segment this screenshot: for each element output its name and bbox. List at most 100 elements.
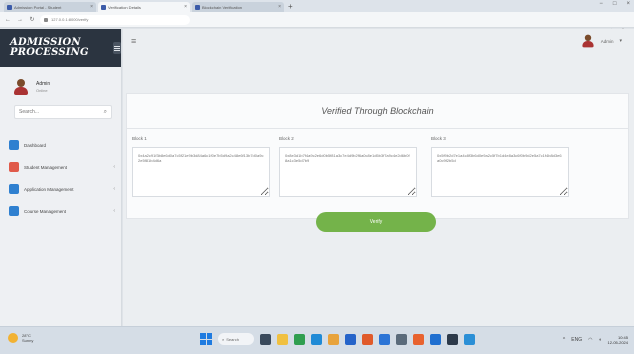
account-name: Admin: [600, 38, 614, 44]
tab-favicon-icon: [195, 4, 200, 10]
verify-button[interactable]: Verify: [316, 212, 436, 232]
clock-date: 12-05-2024: [607, 340, 628, 345]
sidebar-item-student-management[interactable]: Student Management ‹: [0, 161, 121, 173]
sidebar-item-label: Application Management: [24, 186, 74, 192]
taskbar-apps: ⌕ Search: [200, 333, 475, 345]
volume-icon[interactable]: ◖: [599, 337, 602, 343]
tab-title: Blockchain Verification: [202, 4, 243, 10]
chevron-left-icon: ‹: [113, 208, 115, 214]
new-tab-button[interactable]: +: [288, 2, 293, 12]
language-indicator[interactable]: ENG: [571, 337, 582, 343]
main-content: ≡ Admin ▾ Verified Through Blockchain Bl…: [123, 29, 634, 326]
reload-button[interactable]: ↻: [28, 16, 36, 23]
sidebar-search: ⌕: [14, 105, 112, 119]
tab-close-icon[interactable]: ×: [278, 4, 281, 10]
browser-tab-1[interactable]: Admission Portal - Student ×: [4, 2, 96, 12]
sidebar-menu: Dashboard Student Management ‹ Applicati…: [0, 139, 121, 217]
app-icon[interactable]: [464, 333, 475, 345]
browser-tab-bar: Admission Portal - Student × Verificatio…: [0, 0, 634, 12]
block-label: Block 3: [431, 136, 446, 141]
close-window-button[interactable]: ×: [626, 1, 630, 7]
course-icon: [9, 206, 19, 216]
avatar: [14, 79, 28, 95]
tab-favicon-icon: [7, 4, 12, 10]
url-field[interactable]: 127.0.0.1:8000/verify: [40, 14, 190, 25]
sidebar: ADMISSION PROCESSING Admin Online ⌕ Dash…: [0, 29, 122, 326]
chevron-left-icon: ‹: [113, 186, 115, 192]
windows-start-icon[interactable]: [200, 333, 212, 345]
search-icon[interactable]: ⌕: [104, 109, 107, 116]
chrome-icon[interactable]: [294, 333, 305, 345]
mail-icon[interactable]: [345, 333, 356, 345]
chevron-left-icon: ‹: [113, 164, 115, 170]
application-icon: [9, 184, 19, 194]
sidebar-toggle-icon[interactable]: [113, 42, 121, 54]
taskbar-search[interactable]: ⌕ Search: [218, 333, 254, 345]
verification-card: Verified Through Blockchain Block 1 0x4a…: [126, 93, 629, 219]
browser-tab-2[interactable]: Verification Details ×: [98, 2, 190, 12]
maximize-button[interactable]: □: [613, 1, 617, 7]
browser-tab-3[interactable]: Blockchain Verification ×: [192, 2, 284, 12]
dashboard-icon: [9, 140, 19, 150]
page-title: Verified Through Blockchain: [321, 106, 434, 116]
menu-icon[interactable]: ≡: [131, 36, 136, 46]
student-icon: [9, 162, 19, 172]
user-name: Admin: [36, 81, 51, 87]
forward-button[interactable]: →: [16, 17, 24, 23]
edge-icon[interactable]: [311, 333, 322, 345]
sidebar-item-application-management[interactable]: Application Management ‹: [0, 183, 121, 195]
tab-close-icon[interactable]: ×: [90, 4, 93, 10]
store-icon[interactable]: [328, 333, 339, 345]
sidebar-item-course-management[interactable]: Course Management ‹: [0, 205, 121, 217]
url-text: 127.0.0.1:8000/verify: [51, 17, 89, 22]
taskbar: 28°C Sunny ⌕ Search ^ ENG ◠ ◖ 10:45 12-0…: [0, 326, 634, 354]
file-explorer-icon[interactable]: [277, 333, 288, 345]
block-label: Block 2: [279, 136, 294, 141]
back-button[interactable]: ←: [4, 17, 12, 23]
sidebar-item-label: Course Management: [24, 208, 67, 214]
tray-overflow-icon[interactable]: ^: [563, 337, 565, 343]
brave-icon[interactable]: [362, 333, 373, 345]
block-panel: Block 1 0x4a2c91f3b8e6d0a7c5f21e9b3d84a6…: [132, 136, 270, 197]
task-view-icon[interactable]: [260, 333, 271, 345]
system-tray: ^ ENG ◠ ◖ 10:45 12-05-2024: [563, 335, 628, 345]
sidebar-item-label: Dashboard: [24, 142, 47, 148]
search-icon: ⌕: [222, 336, 225, 342]
tab-title: Admission Portal - Student: [14, 4, 62, 10]
block-hash-field[interactable]: 0x4a2c91f3b8e6d0a7c5f21e9b3d84a6c1f0e7b5…: [132, 147, 270, 197]
block-hash-field[interactable]: 0x5f9b2d7e1a4c8f3b6d0e9a2c5f7b1d4e8a3c6f…: [431, 147, 569, 197]
tab-close-icon[interactable]: ×: [184, 4, 187, 10]
settings-icon[interactable]: [430, 333, 441, 345]
taskbar-search-label: Search: [226, 336, 239, 342]
account-menu[interactable]: Admin ▾: [581, 33, 622, 49]
weather-widget[interactable]: 28°C Sunny: [8, 333, 33, 343]
brand-logo-text[interactable]: ADMISSION PROCESSING: [10, 38, 107, 58]
app-icon[interactable]: [396, 333, 407, 345]
tab-title: Verification Details: [108, 4, 141, 10]
weather-desc: Sunny: [22, 338, 34, 343]
lock-icon: [44, 17, 48, 22]
tab-favicon-icon: [101, 4, 106, 10]
firefox-icon[interactable]: [413, 333, 424, 345]
user-status: Online: [36, 88, 48, 93]
brand-header: ADMISSION PROCESSING: [0, 29, 121, 67]
window-controls: − □ ×: [599, 1, 630, 7]
sidebar-item-dashboard[interactable]: Dashboard: [0, 139, 121, 151]
block-panel: Block 3 0x5f9b2d7e1a4c8f3b6d0e9a2c5f7b1d…: [431, 136, 569, 197]
address-bar: ← → ↻ 127.0.0.1:8000/verify ☆ ⋮: [0, 12, 634, 35]
block-label: Block 1: [132, 136, 147, 141]
sun-icon: [8, 333, 18, 343]
block-panel: Block 2 0x8e3d1b7f4a9c2e6d0b5f81a3c7e4d9…: [279, 136, 417, 197]
vscode-icon[interactable]: [379, 333, 390, 345]
wifi-icon[interactable]: ◠: [588, 337, 592, 343]
minimize-button[interactable]: −: [599, 1, 603, 7]
search-input[interactable]: [19, 109, 89, 115]
terminal-icon[interactable]: [447, 333, 458, 345]
user-panel: Admin Online: [0, 67, 121, 95]
clock[interactable]: 10:45 12-05-2024: [608, 335, 628, 345]
block-hash-field[interactable]: 0x8e3d1b7f4a9c2e6d0b5f81a3c7e4d9b2f6a0c8…: [279, 147, 417, 197]
sidebar-item-label: Student Management: [24, 164, 68, 170]
chevron-down-icon: ▾: [619, 38, 622, 44]
top-header: ≡ Admin ▾: [123, 29, 634, 53]
divider: [127, 128, 628, 129]
